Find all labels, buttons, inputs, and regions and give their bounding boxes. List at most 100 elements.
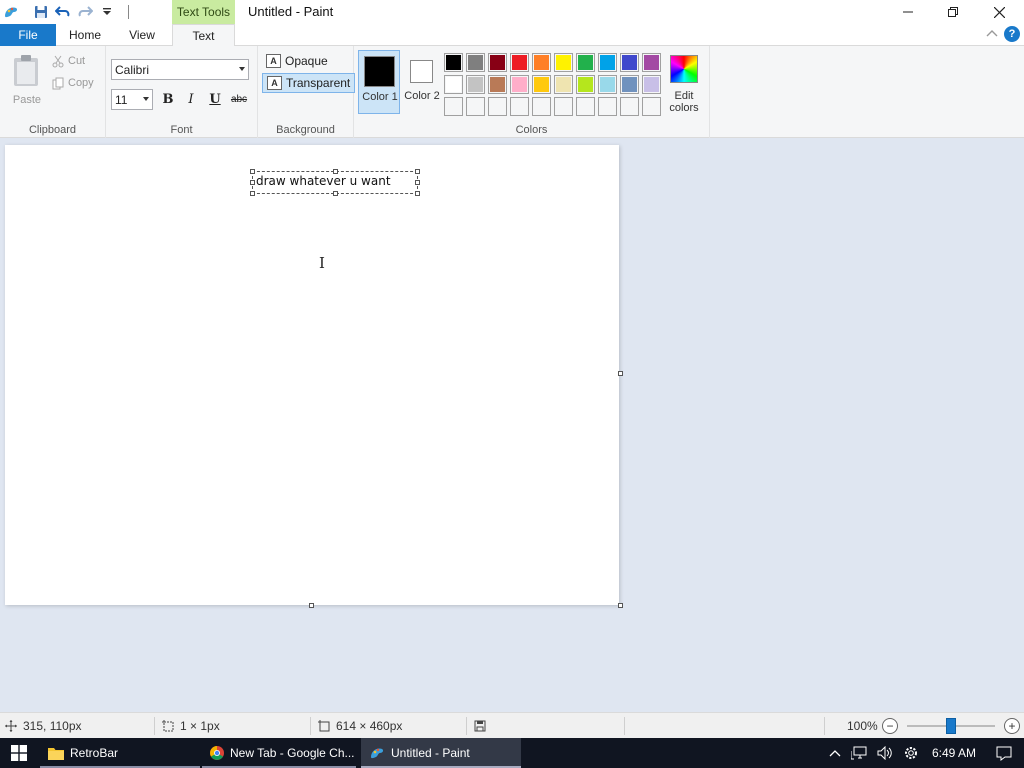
palette-swatch[interactable]: [532, 75, 551, 94]
color2-button[interactable]: Color 2: [401, 50, 443, 114]
start-button[interactable]: [0, 738, 38, 768]
palette-swatch[interactable]: [554, 53, 573, 72]
palette-swatch[interactable]: [488, 53, 507, 72]
palette-swatch[interactable]: [510, 97, 529, 116]
text-cursor-icon: I: [319, 254, 325, 272]
canvas-resize-handle-corner[interactable]: [618, 603, 623, 608]
selection-icon: [162, 720, 174, 732]
opaque-button[interactable]: A Opaque: [262, 51, 332, 71]
palette-swatch[interactable]: [620, 97, 639, 116]
text-box[interactable]: draw whatever u want: [250, 169, 420, 196]
resize-handle[interactable]: [415, 191, 420, 196]
volume-button[interactable]: [872, 738, 898, 768]
resize-handle[interactable]: [250, 191, 255, 196]
palette-swatch-fill: [600, 77, 615, 92]
settings-button[interactable]: [898, 738, 924, 768]
resize-handle[interactable]: [250, 180, 255, 185]
palette-swatch-fill: [556, 77, 571, 92]
palette-swatch[interactable]: [444, 75, 463, 94]
palette-swatch[interactable]: [642, 75, 661, 94]
palette-swatch[interactable]: [554, 97, 573, 116]
text-tools-context-label: Text Tools: [172, 0, 235, 24]
color1-button[interactable]: Color 1: [358, 50, 400, 114]
tab-view[interactable]: View: [114, 24, 170, 46]
taskbar-app-paint[interactable]: Untitled - Paint: [361, 738, 521, 768]
palette-swatch[interactable]: [598, 97, 617, 116]
zoom-slider-thumb[interactable]: [946, 718, 956, 734]
clock[interactable]: 6:49 AM: [924, 738, 984, 768]
folder-icon: [48, 748, 64, 760]
palette-swatch[interactable]: [576, 53, 595, 72]
palette-swatch-fill: [622, 77, 637, 92]
taskbar-app-chrome[interactable]: New Tab - Google Ch...: [202, 738, 356, 768]
resize-handle[interactable]: [415, 180, 420, 185]
text-box-content[interactable]: draw whatever u want: [256, 174, 391, 188]
resize-handle[interactable]: [250, 169, 255, 174]
minimize-button[interactable]: [885, 0, 931, 24]
zoom-in-button[interactable]: +: [1004, 718, 1020, 734]
palette-swatch[interactable]: [444, 97, 463, 116]
palette-swatch[interactable]: [642, 53, 661, 72]
palette-swatch[interactable]: [532, 97, 551, 116]
title-bar: Text Tools Untitled - Paint: [0, 0, 1024, 24]
minimize-ribbon-icon[interactable]: [986, 29, 998, 39]
palette-swatch[interactable]: [488, 97, 507, 116]
tab-home[interactable]: Home: [58, 24, 112, 46]
color1-swatch: [364, 56, 395, 87]
canvas-resize-handle-bottom[interactable]: [309, 603, 314, 608]
palette-swatch[interactable]: [598, 75, 617, 94]
minimize-icon: [903, 11, 913, 13]
drawing-canvas[interactable]: draw whatever u want I: [5, 145, 619, 605]
palette-swatch[interactable]: [642, 97, 661, 116]
font-size-select[interactable]: 11: [111, 89, 153, 110]
resize-handle[interactable]: [333, 191, 338, 196]
customize-qat-icon[interactable]: [96, 1, 118, 23]
resize-handle[interactable]: [333, 169, 338, 174]
palette-swatch[interactable]: [488, 75, 507, 94]
copy-button[interactable]: Copy: [52, 74, 94, 92]
show-hidden-icons-button[interactable]: [824, 738, 846, 768]
palette-swatch[interactable]: [510, 53, 529, 72]
palette-swatch-fill: [622, 99, 637, 114]
tab-file[interactable]: File: [0, 24, 56, 46]
cursor-position: 315, 110px: [5, 713, 82, 739]
palette-swatch[interactable]: [510, 75, 529, 94]
paint-app-icon[interactable]: [0, 1, 22, 23]
paste-button[interactable]: Paste: [8, 52, 46, 106]
action-center-button[interactable]: [984, 738, 1024, 768]
zoom-out-button[interactable]: −: [882, 718, 898, 734]
palette-swatch[interactable]: [466, 53, 485, 72]
restore-icon: [948, 7, 958, 17]
close-button[interactable]: [976, 0, 1022, 24]
palette-swatch[interactable]: [576, 75, 595, 94]
font-family-select[interactable]: Calibri: [111, 59, 249, 80]
palette-swatch[interactable]: [620, 53, 639, 72]
save-icon[interactable]: [30, 1, 52, 23]
help-icon[interactable]: ?: [1004, 26, 1020, 42]
resize-handle[interactable]: [415, 169, 420, 174]
palette-swatch[interactable]: [466, 75, 485, 94]
palette-swatch-fill: [578, 55, 593, 70]
transparent-icon: A: [267, 76, 282, 90]
redo-icon[interactable]: [74, 1, 96, 23]
palette-swatch[interactable]: [466, 97, 485, 116]
transparent-button[interactable]: A Transparent: [262, 73, 356, 93]
underline-button[interactable]: U: [205, 89, 225, 109]
taskbar-app-retrobar[interactable]: RetroBar: [40, 738, 200, 768]
palette-swatch[interactable]: [532, 53, 551, 72]
network-button[interactable]: [846, 738, 872, 768]
palette-swatch[interactable]: [554, 75, 573, 94]
edit-colors-button[interactable]: Edit colors: [666, 52, 702, 116]
restore-button[interactable]: [930, 0, 976, 24]
strikethrough-button[interactable]: abc: [229, 89, 249, 109]
canvas-resize-handle-right[interactable]: [618, 371, 623, 376]
bold-button[interactable]: B: [158, 89, 178, 109]
palette-swatch[interactable]: [598, 53, 617, 72]
cut-button[interactable]: Cut: [52, 52, 85, 70]
palette-swatch[interactable]: [620, 75, 639, 94]
italic-button[interactable]: I: [181, 89, 201, 109]
palette-swatch[interactable]: [576, 97, 595, 116]
tab-text[interactable]: Text: [172, 24, 235, 47]
undo-icon[interactable]: [52, 1, 74, 23]
palette-swatch[interactable]: [444, 53, 463, 72]
